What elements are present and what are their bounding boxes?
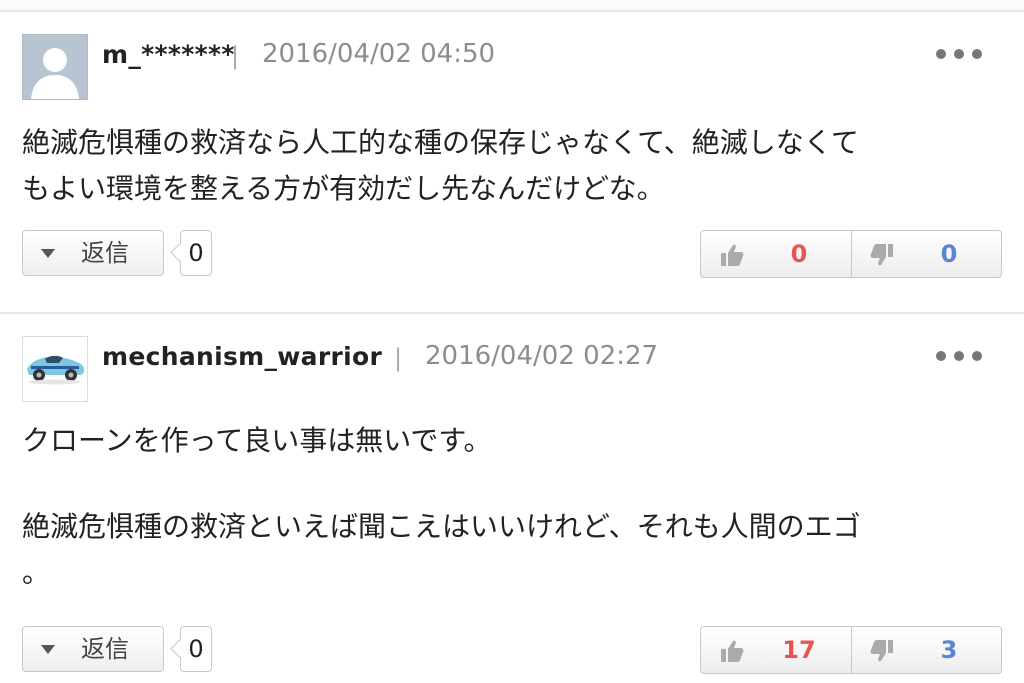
comment-body: クローンを作って良い事は無いです。 絶滅危惧種の救済といえば聞こえはいいけれど、… (22, 418, 1002, 596)
thumbs-up-icon (721, 244, 744, 266)
thumbs-down-icon (870, 640, 893, 662)
dislike-button[interactable]: 3 (851, 627, 1001, 673)
like-count: 0 (790, 240, 808, 268)
username[interactable]: m_******* (102, 40, 235, 70)
like-button[interactable]: 17 (701, 627, 852, 673)
reply-count: 0 (180, 230, 212, 276)
more-dots-icon[interactable] (936, 46, 982, 60)
vote-group: 0 0 (700, 230, 1002, 278)
timestamp: 2016/04/02 02:27 (425, 341, 659, 371)
like-count: 17 (782, 636, 816, 664)
thumbs-up-icon (721, 640, 744, 662)
caret-down-icon (41, 645, 55, 654)
race-car-avatar-icon (23, 337, 87, 401)
thumbs-down-icon (870, 244, 893, 266)
reply-button[interactable]: 返信 (22, 230, 164, 276)
comment-line: もよい環境を整える方が有効だし先なんだけどな。 (22, 172, 665, 205)
dislike-count: 0 (940, 240, 958, 268)
comment-item: m_******* | 2016/04/02 04:50 絶滅危惧種の救済なら人… (0, 12, 1024, 314)
avatar[interactable] (22, 336, 88, 402)
comment-line: クローンを作って良い事は無いです。 (22, 424, 492, 457)
avatar[interactable] (22, 34, 88, 100)
comment-line: 絶滅危惧種の救済なら人工的な種の保存じゃなくて、絶滅しなくて (22, 126, 859, 159)
reply-label: 返信 (81, 635, 129, 663)
dislike-count: 3 (940, 636, 958, 664)
user-silhouette-icon (23, 35, 87, 99)
timestamp: 2016/04/02 04:50 (262, 39, 496, 69)
meta-separator: | (394, 344, 403, 372)
username[interactable]: mechanism_warrior (102, 342, 382, 372)
like-button[interactable]: 0 (701, 231, 852, 277)
top-divider (0, 0, 1024, 12)
comment-line: 。 (22, 556, 51, 589)
reply-label: 返信 (81, 239, 129, 267)
dislike-button[interactable]: 0 (851, 231, 1001, 277)
reply-button[interactable]: 返信 (22, 626, 164, 672)
comment-body: 絶滅危惧種の救済なら人工的な種の保存じゃなくて、絶滅しなくて もよい環境を整える… (22, 120, 1002, 212)
comment-line: 絶滅危惧種の救済といえば聞こえはいいけれど、それも人間のエゴ (22, 510, 861, 543)
comment-item: mechanism_warrior | 2016/04/02 02:27 クロー… (0, 314, 1024, 683)
meta-separator: | (231, 42, 240, 70)
reply-count: 0 (180, 626, 212, 672)
more-dots-icon[interactable] (936, 348, 982, 362)
vote-group: 17 3 (700, 626, 1002, 674)
caret-down-icon (41, 249, 55, 258)
